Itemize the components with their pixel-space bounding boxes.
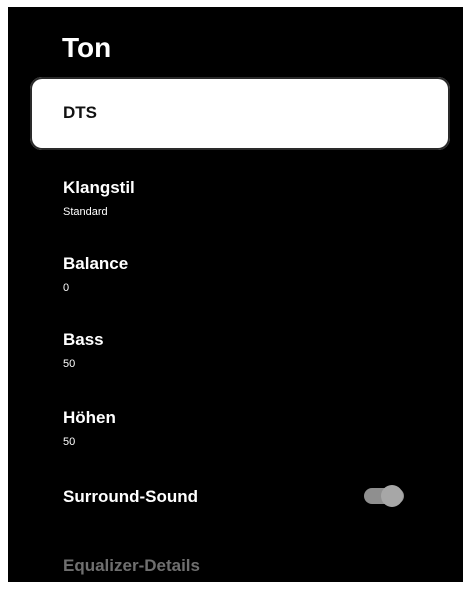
bass-value: 50 [63,358,76,370]
surround-sound-label: Surround-Sound [63,487,199,506]
bass-setting[interactable]: Bass 50 [63,329,423,371]
balance-value: 0 [63,282,70,294]
balance-label: Balance [63,254,129,273]
sound-style-setting[interactable]: Klangstil Standard [63,177,423,219]
treble-label: Höhen [63,408,116,427]
bass-label: Bass [63,330,104,349]
sound-settings-panel: Ton DTS Klangstil Standard Balance 0 Bas… [8,7,463,582]
dts-option-label: DTS [63,103,97,122]
sound-style-label: Klangstil [63,178,135,197]
dts-option[interactable]: DTS [30,77,450,150]
treble-setting[interactable]: Höhen 50 [63,407,423,449]
treble-value: 50 [63,436,76,448]
balance-setting[interactable]: Balance 0 [63,253,423,295]
page-title: Ton [62,32,112,63]
toggle-knob-icon [381,485,403,507]
sound-style-value: Standard [63,206,108,218]
equalizer-details-item[interactable]: Equalizer-Details [63,555,200,576]
surround-sound-toggle[interactable] [364,485,404,507]
surround-sound-setting[interactable]: Surround-Sound [63,485,418,510]
